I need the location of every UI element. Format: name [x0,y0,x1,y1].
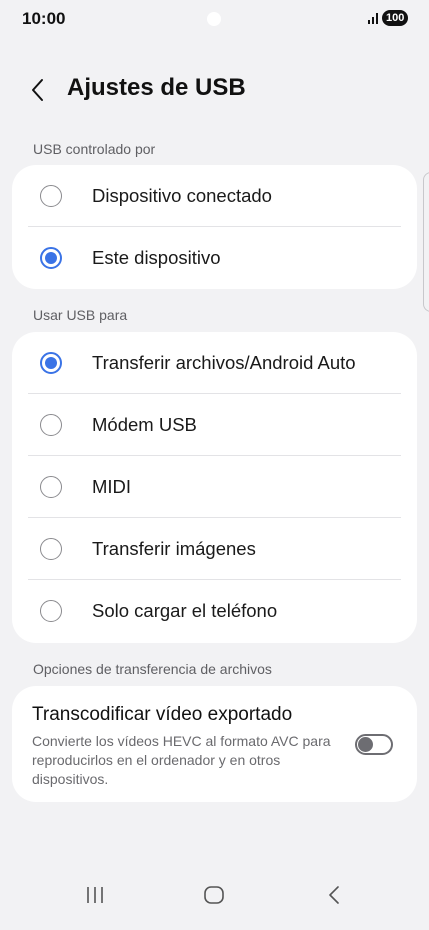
option-this-device[interactable]: Este dispositivo [12,227,417,289]
radio-button[interactable] [40,600,62,622]
app-header: Ajustes de USB [0,70,429,110]
transcode-title: Transcodificar vídeo exportado [32,704,293,725]
signal-icon [368,13,378,24]
option-label: Transferir imágenes [92,538,256,559]
option-label: Solo cargar el teléfono [92,600,278,621]
recent-apps-icon[interactable] [84,884,106,906]
option-usb-modem[interactable]: Módem USB [12,394,417,456]
radio-button[interactable] [40,476,62,498]
option-label: Módem USB [92,414,197,435]
option-label: Dispositivo conectado [92,185,272,206]
home-icon[interactable] [203,884,225,906]
radio-button[interactable] [40,185,62,207]
status-time: 10:00 [22,9,66,28]
back-icon[interactable] [323,884,345,906]
section-label-usb-use: Usar USB para [33,307,128,323]
radio-button-selected[interactable] [40,352,62,374]
navigation-bar [0,870,429,930]
option-connected-device[interactable]: Dispositivo conectado [12,165,417,227]
option-label: Este dispositivo [92,247,221,268]
battery-icon: 100 [382,10,409,26]
transcode-card[interactable]: Transcodificar vídeo exportado Convierte… [12,686,417,802]
option-label: MIDI [92,476,132,497]
status-bar: 10:00 100 [0,0,429,40]
section-label-transfer-options: Opciones de transferencia de archivos [33,661,272,677]
radio-button[interactable] [40,414,62,436]
usb-use-card: Transferir archivos/Android Auto Módem U… [12,332,417,643]
edge-panel-handle[interactable] [423,172,429,312]
chevron-left-icon[interactable] [26,76,50,104]
radio-button-selected[interactable] [40,247,62,269]
option-transfer-files[interactable]: Transferir archivos/Android Auto [12,332,417,394]
camera-cutout [207,12,221,26]
option-midi[interactable]: MIDI [12,456,417,518]
page-title: Ajustes de USB [67,74,246,101]
transcode-description: Convierte los vídeos HEVC al formato AVC… [32,733,331,787]
section-label-usb-controlled: USB controlado por [33,141,156,157]
option-label: Transferir archivos/Android Auto [92,352,356,373]
option-transfer-images[interactable]: Transferir imágenes [12,518,417,580]
toggle-knob [358,737,373,752]
radio-button[interactable] [40,538,62,560]
option-charge-only[interactable]: Solo cargar el teléfono [12,580,417,642]
transcode-toggle[interactable] [355,734,393,755]
usb-controlled-card: Dispositivo conectado Este dispositivo [12,165,417,289]
